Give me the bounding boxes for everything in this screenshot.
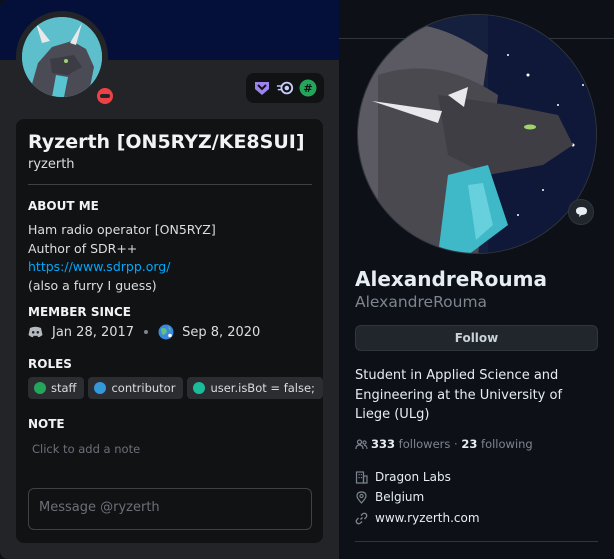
discord-logo-icon xyxy=(28,326,43,338)
about-link[interactable]: https://www.sdrpp.org/ xyxy=(28,258,216,277)
role-name: staff xyxy=(51,381,77,395)
building-icon xyxy=(355,470,368,484)
badge-list: # xyxy=(246,73,324,103)
website-row[interactable]: www.ryzerth.com xyxy=(355,511,480,525)
discord-member-since-date: Jan 28, 2017 xyxy=(52,324,135,340)
profile-name: AlexandreRouma xyxy=(355,267,547,291)
followers-label[interactable]: followers xyxy=(399,437,451,451)
role-color-dot xyxy=(34,382,46,394)
following-count[interactable]: 23 xyxy=(461,437,477,451)
location-pin-icon xyxy=(356,490,367,504)
role-pill[interactable]: user.isBot = false; xyxy=(187,377,323,399)
about-line: Ham radio operator [ON5RYZ] xyxy=(28,222,216,237)
about-line: (also a furry I guess) xyxy=(28,277,157,293)
screenshot-root: # Ryzerth [ON5RYZ/KE8SUI] ryzerth ABOUT … xyxy=(0,0,614,559)
avatar-ring xyxy=(16,11,116,107)
about-me-heading: ABOUT ME xyxy=(28,199,99,213)
section-divider xyxy=(355,541,598,542)
following-label[interactable]: following xyxy=(481,437,533,451)
svg-text:#: # xyxy=(304,82,313,95)
website-link[interactable]: www.ryzerth.com xyxy=(375,511,480,525)
active-developer-icon[interactable]: # xyxy=(299,79,317,97)
location-text: Belgium xyxy=(375,490,425,504)
note-heading: NOTE xyxy=(28,417,65,431)
nitro-icon[interactable] xyxy=(276,79,294,97)
speech-bubble-icon xyxy=(575,207,587,217)
profile-bio: Student in Applied Science and Engineeri… xyxy=(355,368,563,422)
message-input[interactable]: Message @ryzerth xyxy=(28,488,312,530)
divider xyxy=(28,184,312,185)
role-list: staff contributor user.isBot = false; xyxy=(28,377,323,399)
member-since-heading: MEMBER SINCE xyxy=(28,305,131,319)
role-color-dot xyxy=(193,382,206,394)
link-icon xyxy=(355,512,368,524)
note-input[interactable]: Click to add a note xyxy=(32,442,140,456)
github-avatar[interactable] xyxy=(357,14,597,254)
status-dnd-indicator xyxy=(94,85,116,107)
profile-login: AlexandreRouma xyxy=(355,293,488,311)
company-name: Dragon Labs xyxy=(375,470,451,484)
role-name: user.isBot = false; xyxy=(210,381,315,395)
stats-separator: · xyxy=(454,437,458,451)
github-profile-sidebar: AlexandreRouma AlexandreRouma Follow Stu… xyxy=(339,0,614,559)
about-me-text: Ham radio operator [ON5RYZ] Author of SD… xyxy=(28,221,216,295)
follow-button[interactable]: Follow xyxy=(355,325,598,351)
separator-dot xyxy=(144,330,149,334)
role-color-dot xyxy=(94,382,107,394)
avatar[interactable] xyxy=(22,17,102,97)
server-member-since-date: Sep 8, 2020 xyxy=(182,324,261,340)
company-row: Dragon Labs xyxy=(355,470,451,484)
member-since-row: Jan 28, 2017 Sep 8, 2020 xyxy=(28,324,260,340)
role-name: contributor xyxy=(111,381,176,395)
set-status-button[interactable] xyxy=(568,199,594,225)
server-icon xyxy=(158,324,174,340)
display-name: Ryzerth [ON5RYZ/KE8SUI] xyxy=(28,131,305,153)
about-line: Author of SDR++ xyxy=(28,240,138,256)
profile-card: Ryzerth [ON5RYZ/KE8SUI] ryzerth ABOUT ME… xyxy=(16,119,323,543)
people-icon xyxy=(355,438,368,449)
hypesquad-balance-icon[interactable] xyxy=(253,79,271,97)
follow-stats: 333 followers · 23 following xyxy=(355,437,533,451)
location-row: Belgium xyxy=(355,490,424,504)
role-pill[interactable]: staff xyxy=(28,377,85,399)
discord-profile-popout: # Ryzerth [ON5RYZ/KE8SUI] ryzerth ABOUT … xyxy=(0,0,339,559)
role-pill[interactable]: contributor xyxy=(88,377,184,399)
username: ryzerth xyxy=(28,157,75,172)
roles-heading: ROLES xyxy=(28,357,72,371)
followers-count[interactable]: 333 xyxy=(371,437,395,451)
